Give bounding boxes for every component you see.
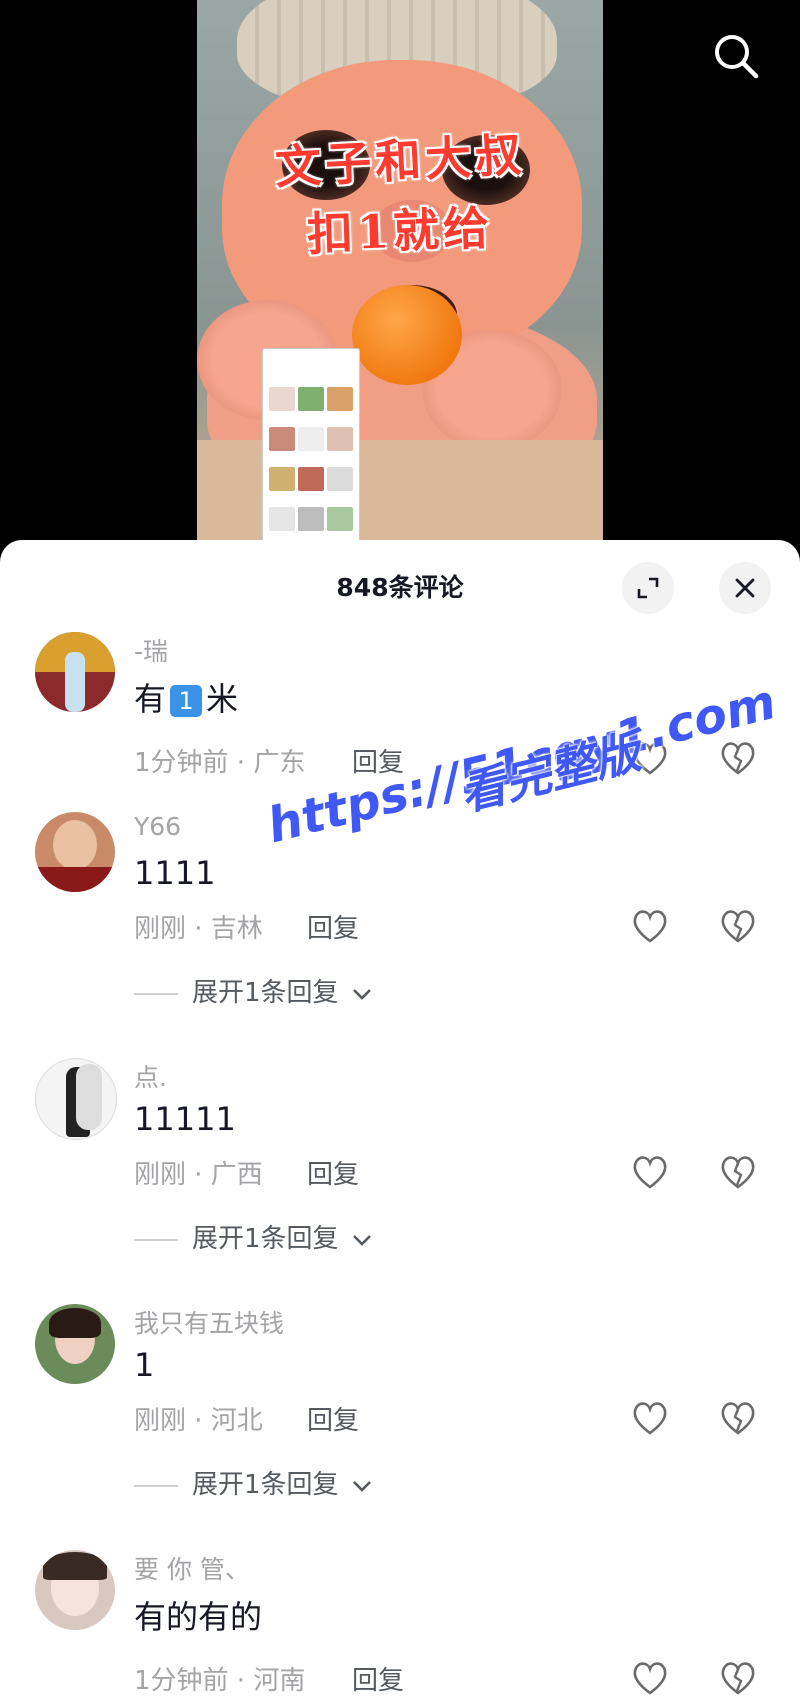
expand-replies-label: 展开1条回复 [192,978,339,1008]
comment-username[interactable]: 点. [134,1058,167,1094]
comment-count-title: 848条评论 [336,573,464,602]
heart-icon[interactable] [631,1154,669,1190]
phone-screenshot-overlay [262,348,360,545]
comment-content: 有1米 [134,674,238,720]
expand-replies-button[interactable]: 展开1条回复 [134,1218,373,1255]
orange-ball [352,285,462,385]
comment-meta: 刚刚 · 河北 [134,1406,263,1436]
divider-line [134,992,178,995]
comment-meta: 1分钟前 · 广东 [134,748,306,778]
comment-item: 我只有五块钱 1 刚刚 · 河北 回复 展开1条回复 [0,1304,800,1500]
video-player[interactable]: 文子和大叔 扣1就给 [0,0,800,545]
avatar[interactable] [35,812,115,892]
content-text: 米 [206,680,239,718]
comment-content: 有的有的 [134,1598,263,1636]
broken-heart-icon[interactable] [719,1154,757,1190]
chevron-down-icon [352,1480,371,1492]
heart-icon[interactable] [631,1660,669,1696]
avatar[interactable] [35,1550,115,1630]
close-button[interactable] [719,562,771,614]
expand-button[interactable] [622,562,674,614]
heart-icon[interactable] [631,908,669,944]
comment-item: 要 你 管、 有的有的 1分钟前 · 河南 回复 [0,1550,800,1700]
chevron-down-icon [352,1234,371,1246]
comment-item: 点. 11111 刚刚 · 广西 回复 展开1条回复 [0,1058,800,1254]
expand-replies-button[interactable]: 展开1条回复 [134,1464,373,1501]
close-icon [735,578,755,598]
expand-icon [637,577,659,599]
comment-username[interactable]: -瑞 [134,632,168,668]
reply-button[interactable]: 回复 [307,908,359,945]
comment-item: Y66 1111 刚刚 · 吉林 回复 展开1条回复 [0,812,800,1008]
table-surface [197,440,603,545]
comment-content: 1111 [134,854,216,892]
expand-replies-button[interactable]: 展开1条回复 [134,972,373,1009]
heart-icon[interactable] [631,1400,669,1436]
comment-username[interactable]: 我只有五块钱 [134,1304,284,1340]
search-icon[interactable] [712,32,760,80]
avatar[interactable] [35,632,115,712]
comment-content: 1 [134,1346,155,1384]
comment-meta: 刚刚 · 吉林 [134,914,263,944]
broken-heart-icon[interactable] [719,740,757,776]
expand-replies-label: 展开1条回复 [192,1224,339,1254]
chevron-down-icon [352,988,371,1000]
broken-heart-icon[interactable] [719,1400,757,1436]
reply-button[interactable]: 回复 [307,1400,359,1437]
keycap-one-emoji: 1 [170,685,203,717]
divider-line [134,1238,178,1241]
divider-line [134,1484,178,1487]
reply-button[interactable]: 回复 [307,1154,359,1191]
avatar[interactable] [35,1058,117,1140]
comment-username[interactable]: Y66 [134,812,181,841]
reply-button[interactable]: 回复 [352,1660,404,1697]
broken-heart-icon[interactable] [719,908,757,944]
video-frame[interactable]: 文子和大叔 扣1就给 [197,0,603,545]
comment-meta: 1分钟前 · 河南 [134,1666,306,1696]
comment-username[interactable]: 要 你 管、 [134,1550,250,1586]
avatar[interactable] [35,1304,115,1384]
video-caption-line2: 扣1就给 [306,200,494,262]
comment-meta: 刚刚 · 广西 [134,1160,263,1190]
comment-content: 11111 [134,1100,236,1138]
expand-replies-label: 展开1条回复 [192,1470,339,1500]
broken-heart-icon[interactable] [719,1660,757,1696]
content-text: 有 [134,680,167,718]
